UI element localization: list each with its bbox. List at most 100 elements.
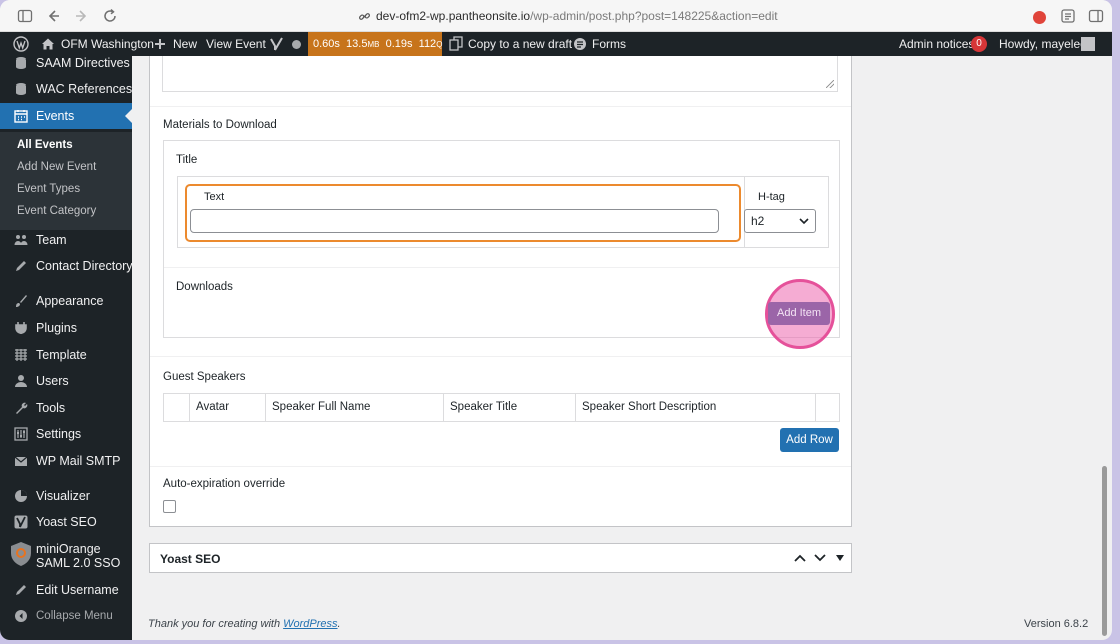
howdy-user-link[interactable]: Howdy, mayelee <box>999 32 1087 56</box>
sidebar-item-label: WAC References <box>36 82 133 96</box>
home-icon <box>42 38 54 50</box>
sidebar-item-label: Settings <box>36 427 82 441</box>
column-header-title: Speaker Title <box>443 394 575 421</box>
sidebar-item-label: SAML 2.0 SSO <box>36 556 121 570</box>
htag-field-label: H-tag <box>758 191 785 203</box>
sidebar-item-wp-mail-smtp[interactable]: WP Mail SMTP <box>0 448 132 474</box>
footer-version: Version 6.8.2 <box>1024 618 1089 630</box>
footer-thanks-suffix: . <box>337 618 341 630</box>
query-monitor-stats[interactable]: 0.60s 13.5MB 0.19s 112Q <box>308 32 442 56</box>
wordpress-link[interactable]: WordPress <box>283 618 337 630</box>
notices-count-badge: 0 <box>971 36 987 52</box>
submenu-all-events[interactable]: All Events <box>17 139 73 151</box>
add-item-button[interactable]: Add Item <box>768 302 830 325</box>
page-scrollbar[interactable] <box>1102 466 1107 636</box>
active-menu-arrow <box>125 109 132 123</box>
sidebar-item-appearance[interactable]: Appearance <box>0 288 132 314</box>
sidebar-item-label: WP Mail SMTP <box>36 454 121 468</box>
perf-time: 0.60s <box>313 38 340 50</box>
sidebar-toggle-icon[interactable] <box>17 8 33 24</box>
forms-icon <box>574 38 586 50</box>
resize-handle[interactable] <box>826 80 834 88</box>
sidebar-item-label: Collapse Menu <box>36 610 113 622</box>
submenu-add-new-event[interactable]: Add New Event <box>17 161 96 173</box>
sidebar-item-label: Contact Directory <box>36 259 133 273</box>
sidebar-item-label: Appearance <box>36 294 104 308</box>
materials-label: Materials to Download <box>163 119 277 131</box>
event-fields-panel: Materials to Download Title Text H-tag h… <box>149 56 852 527</box>
address-bar[interactable]: dev-ofm2-wp.pantheonsite.io/wp-admin/pos… <box>376 9 778 23</box>
sidebar-item-saam-directives[interactable]: SAAM Directives <box>0 50 132 76</box>
sidebar-item-edit-username[interactable]: Edit Username <box>0 577 132 603</box>
sidebar-item-label: Yoast SEO <box>36 515 97 529</box>
move-up-icon[interactable] <box>794 553 806 563</box>
calendar-icon <box>14 110 28 123</box>
sidebar-item-visualizer[interactable]: Visualizer <box>0 483 132 509</box>
footer-thanks-text: Thank you for creating with <box>148 618 284 630</box>
auto-expiration-checkbox[interactable] <box>163 500 176 513</box>
forward-icon[interactable] <box>74 8 90 24</box>
sidebar-item-miniorange-saml[interactable]: miniOrange SAML 2.0 SSO <box>0 536 132 572</box>
sidebar-item-contact-directory[interactable]: Contact Directory <box>0 253 133 279</box>
sidebar-item-plugins[interactable]: Plugins <box>0 315 132 341</box>
sidebar-item-label: Users <box>36 374 69 388</box>
guest-speakers-label: Guest Speakers <box>163 371 246 383</box>
guest-speakers-table: Avatar Speaker Full Name Speaker Title S… <box>163 393 840 422</box>
forms-link[interactable]: Forms <box>592 32 626 56</box>
materials-repeater: Title Text H-tag h2 Downloads Add Item <box>163 140 840 349</box>
column-header-short-description: Speaker Short Description <box>575 394 815 421</box>
sidebar-item-label: Events <box>36 109 75 123</box>
plugin-icon <box>15 322 27 334</box>
url-path: /wp-admin/post.php?post=148225&action=ed… <box>530 9 778 23</box>
sidebar-item-tools[interactable]: Tools <box>0 395 132 421</box>
downloads-label: Downloads <box>176 281 233 293</box>
sidebar-item-label: Plugins <box>36 321 77 335</box>
sidebar-item-template[interactable]: Template <box>0 342 132 368</box>
yoast-icon <box>14 515 28 529</box>
yoast-adminbar-icon[interactable] <box>270 37 283 51</box>
copy-to-draft-link[interactable]: Copy to a new draft <box>468 32 572 56</box>
field-divider <box>150 466 851 467</box>
add-row-button[interactable]: Add Row <box>780 428 839 452</box>
reload-icon[interactable] <box>102 8 118 24</box>
extension-icon[interactable] <box>1033 11 1046 24</box>
team-icon <box>14 235 28 245</box>
avatar[interactable] <box>1081 37 1095 51</box>
admin-notices-link[interactable]: Admin notices <box>899 32 974 56</box>
collapse-menu-button[interactable]: Collapse Menu <box>0 603 132 629</box>
sidebar-item-label: Tools <box>36 401 66 415</box>
submenu-event-category[interactable]: Event Category <box>17 205 96 217</box>
mail-icon <box>14 456 28 466</box>
sidebar-item-label: Edit Username <box>36 583 119 597</box>
sidebar-item-label: miniOrange <box>36 542 101 556</box>
downloads-divider <box>164 267 839 268</box>
htag-selected-value: h2 <box>751 214 765 228</box>
toggle-panel-icon[interactable] <box>836 555 844 561</box>
database-icon <box>16 83 26 95</box>
htag-select[interactable]: h2 <box>744 209 816 233</box>
reader-icon[interactable] <box>1060 8 1076 24</box>
submenu-event-types[interactable]: Event Types <box>17 183 80 195</box>
sidebar-item-label: SAAM Directives <box>36 56 130 70</box>
perf-queries: 112 <box>418 38 437 50</box>
title-text-input[interactable] <box>190 209 719 233</box>
sidebar-item-yoast-seo[interactable]: Yoast SEO <box>0 509 132 535</box>
move-down-icon[interactable] <box>814 553 826 563</box>
column-header-avatar: Avatar <box>189 394 265 421</box>
seo-status-icon <box>292 40 301 49</box>
back-icon[interactable] <box>45 8 61 24</box>
view-event-link[interactable]: View Event <box>206 32 266 56</box>
sidebar-item-events[interactable]: Events <box>0 103 132 129</box>
yoast-seo-panel[interactable]: Yoast SEO <box>149 543 852 573</box>
new-content-link[interactable]: New <box>173 32 197 56</box>
perf-db-time: 0.19s <box>385 38 413 50</box>
text-field-label: Text <box>204 191 225 203</box>
sidebar-item-users[interactable]: Users <box>0 368 132 394</box>
sidebar-item-settings[interactable]: Settings <box>0 421 132 447</box>
description-textarea[interactable] <box>162 56 838 92</box>
pen-icon <box>16 261 26 271</box>
sidebar-item-wac-references[interactable]: WAC References <box>0 76 132 102</box>
sidebar-item-label: Team <box>36 233 67 247</box>
split-view-icon[interactable] <box>1088 8 1104 24</box>
sidebar-item-team[interactable]: Team <box>0 227 132 253</box>
